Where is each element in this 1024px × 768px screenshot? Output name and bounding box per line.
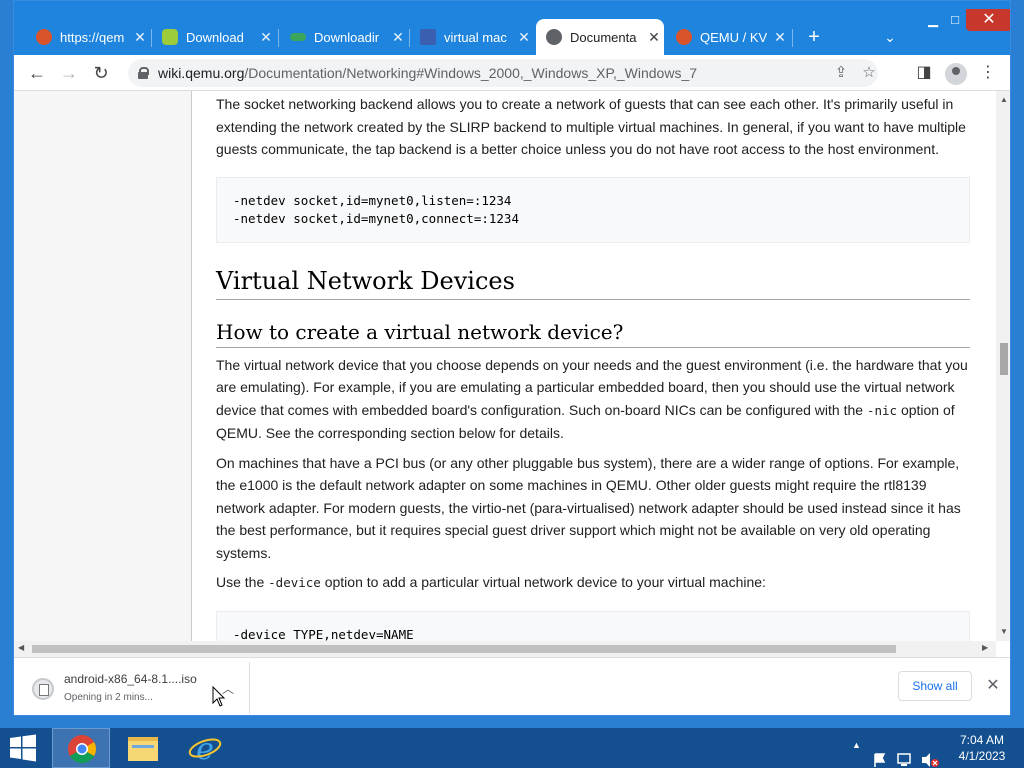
tab-qemu-kvm[interactable]: QEMU / KV ✕ bbox=[666, 19, 790, 55]
page-content: The socket networking backend allows you… bbox=[14, 91, 996, 641]
forward-arrow-icon[interactable]: → bbox=[56, 61, 82, 85]
scroll-right-arrow-icon[interactable]: ▶ bbox=[982, 643, 988, 652]
clock-time: 7:04 AM bbox=[959, 733, 1005, 747]
download-item[interactable]: android-x86_64-8.1....iso Opening in 2 m… bbox=[18, 662, 250, 714]
download-status: Opening in 2 mins... bbox=[64, 692, 153, 703]
tab-title: Documenta bbox=[570, 29, 637, 45]
close-window-icon[interactable]: ✕ bbox=[966, 9, 1010, 31]
bookmark-star-icon[interactable]: ☆ bbox=[858, 63, 880, 83]
back-arrow-icon[interactable]: ← bbox=[24, 61, 50, 85]
system-clock[interactable]: 7:04 AM 4/1/2023 bbox=[952, 732, 1012, 764]
url-host: wiki.qemu.org bbox=[158, 65, 245, 81]
browser-window: https://qem ✕ Download ✕ Downloadir ✕ vi… bbox=[13, 0, 1011, 716]
close-tab-icon[interactable]: ✕ bbox=[770, 29, 790, 46]
clock-date: 4/1/2023 bbox=[958, 749, 1006, 763]
close-tab-icon[interactable]: ✕ bbox=[130, 29, 150, 46]
tab-title: QEMU / KV bbox=[700, 29, 768, 45]
browser-toolbar: ← → ↻ wiki.qemu.org/Documentation/Networ… bbox=[14, 55, 1010, 91]
vertical-scrollbar[interactable]: ▲ ▼ bbox=[996, 91, 1010, 641]
code-block-netdev-socket: -netdev socket,id=mynet0,listen=:1234 -n… bbox=[216, 176, 970, 243]
profile-avatar-icon[interactable] bbox=[945, 63, 967, 85]
network-favicon-icon bbox=[420, 29, 436, 45]
taskbar: e ▲ 7:04 AM 4/1/2023 bbox=[0, 728, 1024, 768]
section-heading-virtual-network-devices: Virtual Network Devices bbox=[216, 267, 970, 300]
inline-code-device: -device bbox=[268, 575, 321, 590]
close-tab-icon[interactable]: ✕ bbox=[514, 29, 534, 46]
qemu-favicon-icon bbox=[676, 29, 692, 45]
address-bar[interactable]: wiki.qemu.org/Documentation/Networking#W… bbox=[128, 59, 878, 87]
close-tab-icon[interactable]: ✕ bbox=[388, 29, 408, 46]
sidebar-panel bbox=[14, 91, 192, 641]
lock-icon[interactable] bbox=[138, 67, 149, 79]
mouse-cursor-icon bbox=[212, 686, 226, 707]
taskbar-internet-explorer[interactable]: e bbox=[176, 728, 234, 768]
text-span: option to add a particular virtual netwo… bbox=[320, 574, 766, 590]
horizontal-scrollbar[interactable]: ◀ ▶ bbox=[14, 641, 996, 657]
device-choice-paragraph: The virtual network device that you choo… bbox=[216, 354, 970, 445]
article-body: The socket networking backend allows you… bbox=[216, 91, 970, 641]
scroll-down-arrow-icon[interactable]: ▼ bbox=[999, 627, 1009, 636]
download-filename: android-x86_64-8.1....iso bbox=[64, 672, 197, 686]
pci-bus-paragraph: On machines that have a PCI bus (or any … bbox=[216, 454, 961, 561]
inline-code-nic: -nic bbox=[866, 402, 898, 418]
file-icon bbox=[32, 678, 54, 700]
globe-favicon-icon bbox=[546, 29, 562, 45]
folder-icon bbox=[128, 737, 158, 761]
reload-icon[interactable]: ↻ bbox=[88, 61, 114, 85]
url-text: wiki.qemu.org/Documentation/Networking#W… bbox=[158, 65, 697, 81]
tab-title: virtual mac bbox=[444, 29, 507, 45]
tab-virtual-machine[interactable]: virtual mac ✕ bbox=[410, 19, 534, 55]
scroll-left-arrow-icon[interactable]: ◀ bbox=[18, 643, 24, 652]
svg-text:e: e bbox=[196, 732, 214, 767]
code-block-device-type: -device TYPE,netdev=NAME bbox=[216, 610, 970, 641]
android-favicon-icon bbox=[162, 29, 178, 45]
tray-overflow-chevron-icon[interactable]: ▲ bbox=[852, 740, 861, 768]
subsection-heading-create-device: How to create a virtual network device? bbox=[216, 320, 970, 348]
chrome-icon bbox=[68, 735, 96, 763]
close-tab-icon[interactable]: ✕ bbox=[256, 29, 276, 46]
speaker-muted-icon[interactable] bbox=[920, 740, 940, 768]
menu-kebab-icon[interactable]: ⋮ bbox=[976, 61, 1000, 85]
action-center-flag-icon[interactable] bbox=[872, 740, 888, 768]
tab-search-chevron-icon[interactable]: ⌄ bbox=[878, 25, 902, 49]
share-icon[interactable]: ⇪ bbox=[830, 63, 852, 83]
sourceforge-favicon-icon bbox=[290, 33, 306, 41]
url-path: /Documentation/Networking#Windows_2000,_… bbox=[244, 65, 698, 81]
tab-title: Download bbox=[186, 29, 244, 45]
tab-title: Downloadir bbox=[314, 29, 380, 45]
tab-documentation[interactable]: Documenta ✕ bbox=[536, 19, 664, 55]
tab-download[interactable]: Download ✕ bbox=[152, 19, 276, 55]
device-option-paragraph: Use the -device option to add a particul… bbox=[216, 571, 970, 595]
internet-explorer-icon: e bbox=[188, 732, 222, 767]
close-shelf-icon[interactable]: ✕ bbox=[982, 672, 1004, 700]
horizontal-scroll-thumb[interactable] bbox=[32, 645, 896, 653]
text-span: The virtual network device that you choo… bbox=[216, 356, 968, 418]
windows-start-icon[interactable] bbox=[8, 734, 38, 762]
tab-title: https://qem bbox=[60, 29, 125, 45]
scroll-up-arrow-icon[interactable]: ▲ bbox=[999, 95, 1009, 104]
vertical-scroll-thumb[interactable] bbox=[1000, 343, 1008, 375]
new-tab-plus-icon[interactable]: + bbox=[802, 25, 826, 49]
tab-qemu-https[interactable]: https://qem ✕ bbox=[26, 19, 150, 55]
tab-downloading[interactable]: Downloadir ✕ bbox=[280, 19, 408, 55]
show-all-button[interactable]: Show all bbox=[898, 671, 972, 701]
close-tab-icon[interactable]: ✕ bbox=[644, 29, 664, 46]
tab-strip: https://qem ✕ Download ✕ Downloadir ✕ vi… bbox=[14, 1, 1010, 55]
download-shelf: android-x86_64-8.1....iso Opening in 2 m… bbox=[14, 657, 1010, 715]
qemu-favicon-icon bbox=[36, 29, 52, 45]
network-icon[interactable] bbox=[896, 740, 914, 768]
taskbar-chrome[interactable] bbox=[52, 728, 110, 768]
text-span: Use the bbox=[216, 574, 269, 590]
taskbar-file-explorer[interactable] bbox=[114, 728, 172, 768]
socket-backend-paragraph: The socket networking backend allows you… bbox=[216, 96, 966, 157]
side-panel-icon[interactable]: ◨ bbox=[912, 61, 936, 85]
